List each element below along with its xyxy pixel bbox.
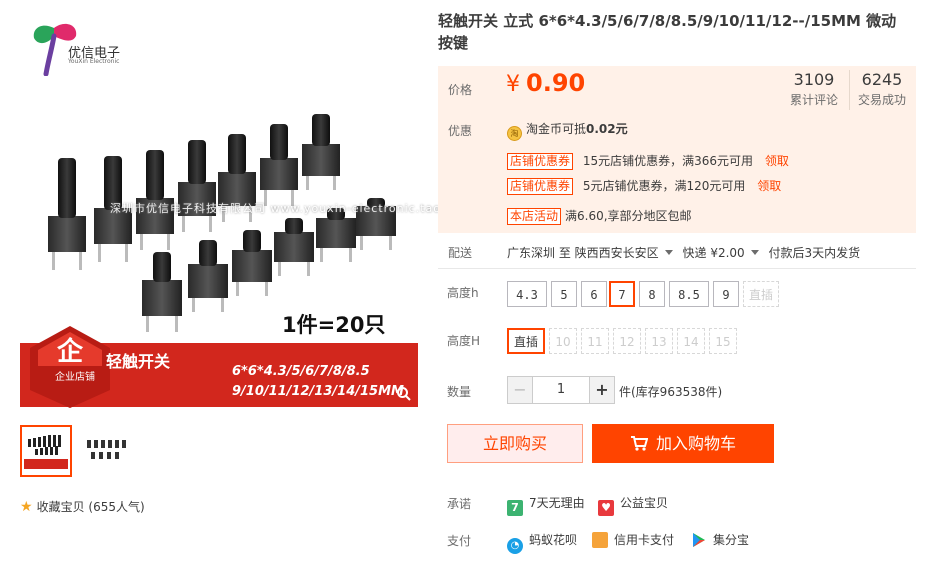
option-h-direct: 直插 xyxy=(743,281,779,307)
caret-down-icon xyxy=(664,250,673,255)
product-title: 轻触开关 立式 6*6*4.3/5/6/7/8/8.5/9/10/11/12--… xyxy=(438,12,897,52)
huabei-icon: ◔ xyxy=(507,538,523,554)
banner-title: 轻触开关 xyxy=(106,352,171,371)
option-h-8-5[interactable]: 8.5 xyxy=(669,281,709,307)
enterprise-store-badge-icon: 企 xyxy=(30,326,110,408)
coin-value: 0.02元 xyxy=(586,122,628,136)
pack-quantity-label: 1件=20只 xyxy=(282,313,386,337)
qty-decrease-button[interactable]: − xyxy=(507,376,533,404)
thumbnail-2[interactable] xyxy=(80,425,132,477)
sales-label: 交易成功 xyxy=(857,93,906,107)
ship-to: 陕西西安长安区 xyxy=(574,246,659,260)
option-h-4-3[interactable]: 4.3 xyxy=(507,281,547,307)
promise-charity[interactable]: ♥ 公益宝贝 xyxy=(598,494,668,516)
pay-jifenbao-label: 集分宝 xyxy=(713,533,750,547)
pay-huabei[interactable]: ◔ 蚂蚁花呗 xyxy=(507,531,577,554)
add-to-cart-label: 加入购物车 xyxy=(655,434,736,453)
reviews-count: 3109 xyxy=(793,70,835,89)
qty-increase-button[interactable]: + xyxy=(589,376,615,404)
pay-credit-card-label: 信用卡支付 xyxy=(614,533,675,547)
thumbnail-1-image xyxy=(24,435,68,469)
ship-method: 快递 ¥2.00 xyxy=(682,246,745,260)
seven-day-icon: 7 xyxy=(507,500,523,516)
pay-huabei-label: 蚂蚁花呗 xyxy=(529,533,578,547)
currency-symbol: ¥ xyxy=(506,72,520,97)
option-H-10: 10 xyxy=(549,328,577,354)
shipping-row: 广东深圳 至 陕西西安长安区 快递 ¥2.00 付款后3天内发货 xyxy=(507,244,860,261)
option-h-8[interactable]: 8 xyxy=(639,281,665,307)
activity-tag: 本店活动 xyxy=(507,208,562,225)
enterprise-store-label: 企业店铺 xyxy=(55,372,95,383)
coin-text: 淘金币可抵 xyxy=(526,122,587,136)
coupon-text: 15元店铺优惠券，满366元可用 xyxy=(582,154,754,168)
divider xyxy=(438,268,916,269)
option-H-12: 12 xyxy=(613,328,641,354)
coupon-row-2: 店铺优惠券 5元店铺优惠券，满120元可用 领取 xyxy=(507,177,781,195)
store-logo-subtitle: YouXin Electronic xyxy=(68,58,120,65)
add-to-cart-button[interactable]: 加入购物车 xyxy=(592,424,774,463)
coupon-claim-link[interactable]: 领取 xyxy=(765,154,789,168)
quantity-label: 数量 xyxy=(447,385,472,399)
option-h-6[interactable]: 6 xyxy=(581,281,607,307)
pay-jifenbao[interactable]: 集分宝 xyxy=(691,531,749,548)
caret-down-icon xyxy=(750,250,759,255)
ship-to-select[interactable]: 陕西西安长安区 xyxy=(575,246,679,260)
favorite-label: 收藏宝贝 xyxy=(36,500,85,514)
thumbnail-2-image xyxy=(87,440,126,459)
store-activity-row: 本店活动 满6.60,享部分地区包邮 xyxy=(507,207,692,225)
stock-text: 件(库存963538件) xyxy=(619,385,723,399)
sales-stat: 6245 交易成功 xyxy=(847,70,917,108)
banner-specs-line-1: 6*6*4.3/5/6/7/8/8.5 xyxy=(232,364,370,379)
qty-input[interactable]: 1 xyxy=(533,376,589,404)
option-H-14: 14 xyxy=(677,328,705,354)
coupon-tag: 店铺优惠券 xyxy=(507,153,574,170)
option-H-11: 11 xyxy=(581,328,609,354)
payment-label: 支付 xyxy=(447,534,472,548)
promise-label: 承诺 xyxy=(447,497,472,511)
star-icon: ★ xyxy=(20,499,33,515)
promo-label: 优惠 xyxy=(448,124,473,138)
buy-now-button[interactable]: 立即购买 xyxy=(447,424,583,463)
option-h-7[interactable]: 7 xyxy=(609,281,635,307)
shipping-label: 配送 xyxy=(448,246,473,260)
option-H-15: 15 xyxy=(709,328,737,354)
option-H-13: 13 xyxy=(645,328,673,354)
height-h-options: 4.3 5 6 7 8 8.5 9 直插 xyxy=(507,281,787,309)
taojinbi-row: 淘淘金币可抵0.02元 xyxy=(507,120,628,141)
activity-text: 满6.60,享部分地区包邮 xyxy=(565,209,692,223)
cart-icon xyxy=(630,436,648,451)
promise-7day[interactable]: 7 7天无理由 xyxy=(507,494,585,516)
jifenbao-icon xyxy=(693,533,705,547)
price-value: 0.90 xyxy=(526,69,586,97)
ship-from: 广东深圳 至 xyxy=(507,246,571,260)
coin-icon: 淘 xyxy=(507,126,522,141)
option-H-direct[interactable]: 直插 xyxy=(507,328,545,354)
option-h-5[interactable]: 5 xyxy=(551,281,577,307)
favorite-count: (655人气) xyxy=(88,500,145,514)
sales-count: 6245 xyxy=(861,70,903,89)
option-h-9[interactable]: 9 xyxy=(713,281,739,307)
ship-method-select[interactable]: 快递 ¥2.00 xyxy=(683,246,765,260)
ship-time: 付款后3天内发货 xyxy=(768,246,861,260)
reviews-label: 累计评论 xyxy=(789,93,838,107)
price-label: 价格 xyxy=(448,83,473,97)
pay-credit-card[interactable]: 信用卡支付 xyxy=(592,531,674,548)
coupon-text: 5元店铺优惠券，满120元可用 xyxy=(582,179,746,193)
height-h-label: 高度h xyxy=(447,286,479,300)
height-H-label: 高度H xyxy=(447,334,481,348)
search-icon[interactable] xyxy=(396,386,412,402)
coupon-tag: 店铺优惠券 xyxy=(507,178,574,195)
charity-icon: ♥ xyxy=(598,500,614,516)
coupon-row-1: 店铺优惠券 15元店铺优惠券，满366元可用 领取 xyxy=(507,152,789,170)
reviews-stat[interactable]: 3109 累计评论 xyxy=(779,70,849,108)
credit-card-icon xyxy=(592,532,608,548)
coupon-claim-link[interactable]: 领取 xyxy=(757,179,781,193)
svg-text:企: 企 xyxy=(57,336,84,367)
favorite-link[interactable]: ★ 收藏宝贝 (655人气) xyxy=(20,498,145,515)
promise-7day-label: 7天无理由 xyxy=(529,496,585,510)
promise-charity-label: 公益宝贝 xyxy=(620,496,669,510)
thumbnail-1[interactable] xyxy=(20,425,72,477)
banner-specs-line-2: 9/10/11/12/13/14/15MM xyxy=(232,384,404,399)
height-H-options: 直插 10 11 12 13 14 15 xyxy=(507,328,747,356)
